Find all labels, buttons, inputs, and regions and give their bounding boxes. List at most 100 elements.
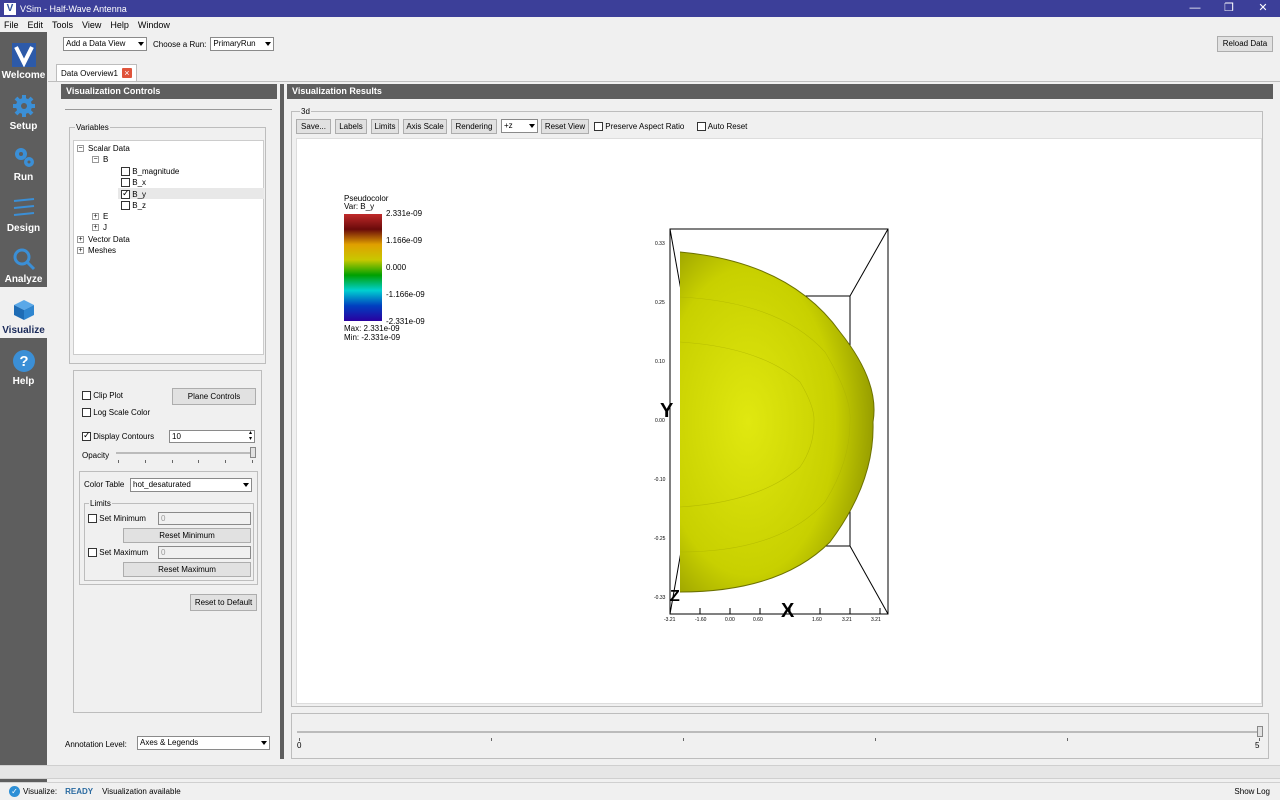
panel-splitter[interactable] <box>280 84 284 759</box>
x-tick-label: 3.21 <box>871 617 881 623</box>
expand-icon[interactable]: + <box>77 247 84 255</box>
opacity-slider-handle[interactable] <box>250 447 256 458</box>
check-circle-icon: ✓ <box>9 786 20 797</box>
time-slider-track[interactable] <box>297 731 1262 733</box>
save-button[interactable]: Save... <box>296 119 331 134</box>
display-contours-checkbox[interactable]: Display Contours <box>82 430 154 442</box>
expand-icon[interactable]: + <box>92 224 99 232</box>
checkbox[interactable] <box>594 122 603 132</box>
tree-b-x[interactable]: B_x <box>121 178 146 188</box>
collapse-icon[interactable]: − <box>92 156 99 164</box>
annotation-level-select[interactable]: Axes & Legends <box>137 736 270 750</box>
minimize-button[interactable]: — <box>1178 0 1212 17</box>
axis-x-label: X <box>781 600 795 622</box>
menu-tools[interactable]: Tools <box>52 20 73 30</box>
x-tick-label: -1.60 <box>695 617 707 623</box>
menu-file[interactable]: File <box>4 20 19 30</box>
axis-scale-button[interactable]: Axis Scale <box>403 119 447 134</box>
collapse-icon[interactable]: − <box>77 145 84 153</box>
tree-e[interactable]: + E <box>92 212 108 221</box>
reset-view-button[interactable]: Reset View <box>541 119 589 134</box>
expand-icon[interactable]: + <box>77 236 84 244</box>
status-bar: ✓ Visualize: READY Visualization availab… <box>0 782 1280 800</box>
sidebar-item-run[interactable]: Run <box>0 134 47 185</box>
sidebar-item-welcome[interactable]: Welcome <box>0 32 47 83</box>
add-data-view-select[interactable]: Add a Data View <box>63 37 147 51</box>
opacity-slider-track[interactable] <box>116 452 256 454</box>
horizontal-scrollbar[interactable] <box>0 765 1280 779</box>
x-tick-label: -3.21 <box>664 617 676 623</box>
run-select[interactable]: PrimaryRun <box>210 37 275 51</box>
limits-label: Limits <box>89 499 112 508</box>
limits-button[interactable]: Limits <box>371 119 399 134</box>
show-log-button[interactable]: Show Log <box>1234 787 1270 796</box>
restore-button[interactable]: ❐ <box>1212 0 1246 17</box>
choose-run-label: Choose a Run: <box>153 39 207 49</box>
close-tab-icon[interactable]: × <box>121 68 132 78</box>
contours-spinbox[interactable]: 10 ▴ ▾ <box>169 430 255 443</box>
menu-window[interactable]: Window <box>138 20 170 30</box>
tab-data-overview[interactable]: Data Overview1 × <box>56 64 137 81</box>
time-slider-handle[interactable] <box>1257 726 1263 737</box>
menu-view[interactable]: View <box>82 20 101 30</box>
minimum-input[interactable]: 0 <box>158 512 251 525</box>
sidebar-item-analyze[interactable]: Analyze <box>0 236 47 287</box>
tree-b-z[interactable]: B_z <box>121 201 146 211</box>
sidebar-item-visualize[interactable]: Visualize <box>0 287 47 338</box>
tree-b[interactable]: − B <box>92 155 108 164</box>
auto-reset-checkbox[interactable]: Auto Reset <box>697 122 747 132</box>
reset-maximum-button[interactable]: Reset Maximum <box>123 562 251 577</box>
legend-tick: 2.331e-09 <box>386 209 423 218</box>
annotation-level-label: Annotation Level: <box>65 740 127 749</box>
tree-b-y[interactable]: B_y <box>121 188 146 200</box>
color-table-select[interactable]: hot_desaturated <box>130 478 252 492</box>
opacity-ticks <box>118 460 253 464</box>
reload-data-button[interactable]: Reload Data <box>1217 36 1273 52</box>
tree-meshes[interactable]: + Meshes <box>77 246 116 255</box>
menu-help[interactable]: Help <box>110 20 129 30</box>
view-direction-select[interactable]: +z <box>501 119 538 133</box>
checkbox[interactable] <box>121 178 130 188</box>
checkbox[interactable] <box>121 201 130 211</box>
results-panel-header: Visualization Results <box>287 84 1273 99</box>
sidebar-item-help[interactable]: ? Help <box>0 338 47 389</box>
y-tick-label: 0.33 <box>655 241 665 247</box>
checkbox[interactable] <box>88 548 97 558</box>
time-end-label: 5 <box>1255 741 1260 750</box>
close-window-button[interactable]: ✕ <box>1246 0 1280 17</box>
reset-to-default-button[interactable]: Reset to Default <box>190 594 257 611</box>
tab-bar: Data Overview1 × <box>56 64 137 82</box>
spin-arrows-icon[interactable]: ▴ ▾ <box>249 430 252 442</box>
axis-z-label: Z <box>670 588 680 605</box>
reset-minimum-button[interactable]: Reset Minimum <box>123 528 251 543</box>
set-minimum-checkbox[interactable]: Set Minimum <box>88 514 146 524</box>
timeline-group <box>291 713 1269 759</box>
log-scale-checkbox[interactable]: Log Scale Color <box>82 408 150 418</box>
expand-icon[interactable]: + <box>92 213 99 221</box>
tree-scalar-data[interactable]: − Scalar Data <box>77 144 130 153</box>
clip-plot-checkbox[interactable]: Clip Plot <box>82 391 123 401</box>
plane-controls-button[interactable]: Plane Controls <box>172 388 256 405</box>
sidebar-item-design[interactable]: Design <box>0 185 47 236</box>
tree-j[interactable]: + J <box>92 223 107 232</box>
rendering-button[interactable]: Rendering <box>451 119 497 134</box>
maximum-input[interactable]: 0 <box>158 546 251 559</box>
checkbox[interactable] <box>82 408 91 418</box>
labels-button[interactable]: Labels <box>335 119 367 134</box>
tree-b-magnitude[interactable]: B_magnitude <box>121 167 179 177</box>
checkbox[interactable] <box>121 167 130 177</box>
menu-bar: File Edit Tools View Help Window <box>0 17 1280 32</box>
checkbox-checked[interactable] <box>82 430 91 442</box>
set-maximum-checkbox[interactable]: Set Maximum <box>88 548 148 558</box>
checkbox[interactable] <box>88 514 97 524</box>
preserve-aspect-checkbox[interactable]: Preserve Aspect Ratio <box>594 122 684 132</box>
checkbox[interactable] <box>697 122 706 132</box>
checkbox[interactable] <box>82 391 91 401</box>
checkbox-checked[interactable] <box>121 188 130 200</box>
window-title: VSim - Half-Wave Antenna <box>20 3 127 14</box>
legend-tick: 0.000 <box>386 263 407 272</box>
tree-vector-data[interactable]: + Vector Data <box>77 235 130 244</box>
legend-min: Min: -2.331e-09 <box>344 333 401 342</box>
menu-edit[interactable]: Edit <box>28 20 44 30</box>
sidebar-item-setup[interactable]: Setup <box>0 83 47 134</box>
